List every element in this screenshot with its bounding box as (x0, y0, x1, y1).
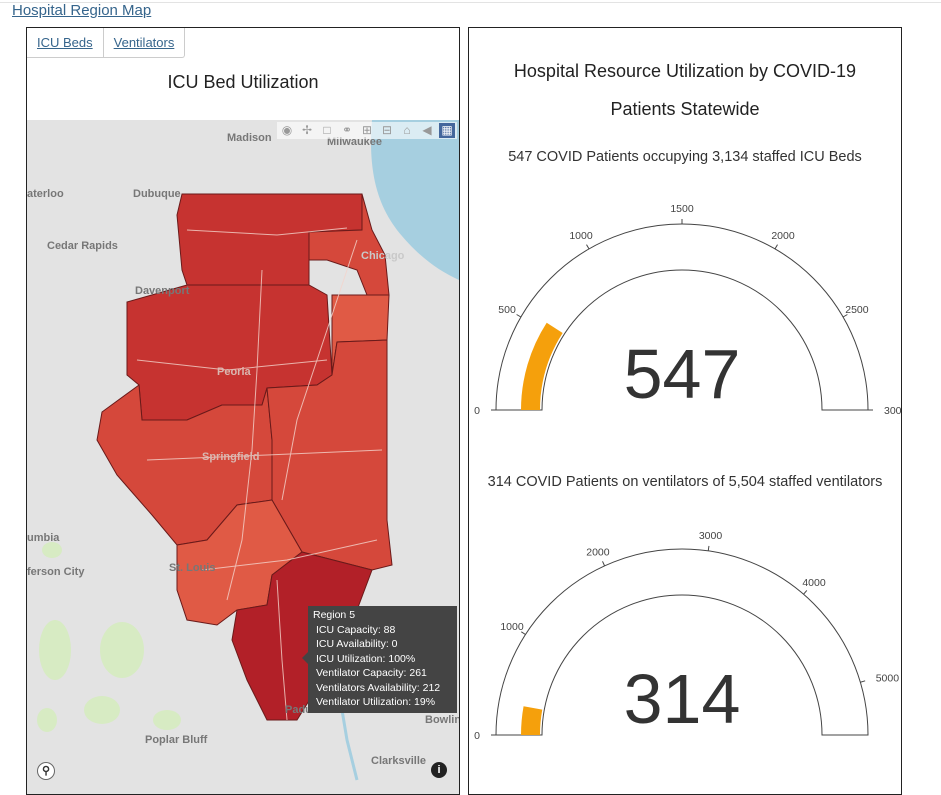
lasso-icon[interactable]: ⚭ (339, 123, 355, 138)
vent-gauge-tick-label: 2000 (586, 546, 610, 558)
tooltip-title: Region 5 (313, 609, 356, 621)
vent-subtitle: 314 COVID Patients on ventilators of 5,5… (487, 474, 883, 490)
vent-gauge-tick (707, 545, 710, 551)
icu-gauge-tick (516, 314, 522, 318)
city-peoria: Peoria (217, 366, 251, 378)
zoom-in-icon[interactable]: ⊞ (359, 123, 375, 138)
info-icon[interactable]: i (431, 762, 447, 778)
icu-gauge-tick-label: 500 (498, 304, 516, 316)
icu-gauge-tick-label: 0 (474, 405, 480, 416)
region-map[interactable]: Madison Milwaukee aterloo Dubuque Cedar … (27, 120, 459, 794)
zoom-out-icon[interactable]: ⊟ (379, 123, 395, 138)
icu-gauge-tick-label: 2000 (771, 230, 795, 242)
city-springfield: Springfield (202, 451, 260, 463)
camera-icon[interactable]: ◉ (279, 123, 295, 138)
city-davenport: Davenport (135, 285, 190, 297)
icu-gauge-value: 547 (624, 335, 741, 413)
icu-gauge-tick-label: 1000 (569, 230, 593, 242)
region-tooltip: Region 5 ICU Capacity: 88 ICU Availabili… (302, 606, 457, 713)
city-st-louis: St. Louis (169, 562, 216, 574)
vent-gauge-tick (803, 590, 808, 595)
icu-gauge-tick-label: 2500 (845, 304, 869, 316)
vent-gauge-tick (860, 680, 866, 683)
plotly-logo-icon[interactable]: ▦ (439, 123, 455, 138)
pan-icon[interactable]: ✢ (299, 123, 315, 138)
icu-gauge-tick-label: 3000 (884, 405, 901, 416)
map-tabs: ICU Beds Ventilators (27, 28, 186, 58)
stats-title: Hospital Resource Utilization by COVID-1… (469, 52, 901, 128)
ohio-river (340, 709, 359, 781)
vent-gauge-tick-label: 3000 (699, 530, 723, 542)
box-select-icon[interactable]: □ (319, 123, 335, 138)
city-bowling: Bowlin (425, 714, 459, 726)
vent-gauge-tick-label: 1000 (500, 621, 524, 633)
tooltip-row: ICU Availability: 0 (316, 638, 398, 650)
vent-gauge-value: 314 (624, 660, 741, 738)
city-madison: Madison (227, 132, 272, 144)
vent-gauge-bar (521, 706, 543, 735)
stats-title-line2: Patients Statewide (610, 99, 760, 119)
icu-subtitle: 547 COVID Patients occupying 3,134 staff… (508, 149, 862, 165)
city-clarksville: Clarksville (371, 755, 427, 767)
tab-icu-beds[interactable]: ICU Beds (27, 28, 104, 57)
city-waterloo: aterloo (27, 188, 64, 200)
home-icon[interactable]: ⌂ (399, 123, 415, 138)
icu-gauge-tick-label: 1500 (670, 203, 694, 215)
hover-icon[interactable]: ◀ (419, 123, 435, 138)
icu-gauge-tick (586, 244, 590, 250)
vent-gauge-tick-label: 5000 (876, 673, 900, 685)
vent-gauge-tick (602, 561, 606, 567)
tooltip-row: ICU Utilization: 100% (316, 652, 416, 665)
vent-gauge: 0 1000 2000 3000 4000 5000 314 (474, 530, 900, 742)
stats-panel: Hospital Resource Utilization by COVID-1… (468, 27, 902, 795)
city-cedar-rapids: Cedar Rapids (47, 240, 118, 252)
icu-gauge: 0 500 1000 1500 2000 2500 3000 547 (474, 203, 901, 416)
vent-gauge-tick-label: 4000 (802, 577, 826, 589)
tooltip-row: Ventilator Capacity: 261 (316, 667, 427, 679)
hospital-region-map-link[interactable]: Hospital Region Map (12, 2, 151, 19)
city-jefferson-city: ferson City (27, 566, 85, 578)
tooltip-row: ICU Capacity: 88 (316, 623, 396, 636)
vent-gauge-tick-label: 0 (474, 730, 480, 742)
city-columbia: umbia (27, 532, 60, 544)
tooltip-row: Ventilators Availability: 212 (316, 681, 441, 694)
search-icon[interactable]: ⚲ (37, 762, 55, 780)
city-dubuque: Dubuque (133, 188, 181, 200)
stats-title-line1: Hospital Resource Utilization by COVID-1… (513, 61, 857, 81)
city-chicago: Chicago (361, 250, 405, 262)
tab-ventilators[interactable]: Ventilators (104, 28, 185, 57)
map-toolbar: ◉ ✢ □ ⚭ ⊞ ⊟ ⌂ ◀ ▦ (277, 122, 457, 139)
map-panel: ICU Beds Ventilators ICU Bed Utilization (26, 27, 460, 795)
tooltip-row: Ventilator Utilization: 19% (316, 696, 436, 708)
icu-gauge-tick (774, 244, 778, 250)
city-poplar-bluff: Poplar Bluff (145, 734, 208, 746)
map-title: ICU Bed Utilization (167, 72, 319, 92)
